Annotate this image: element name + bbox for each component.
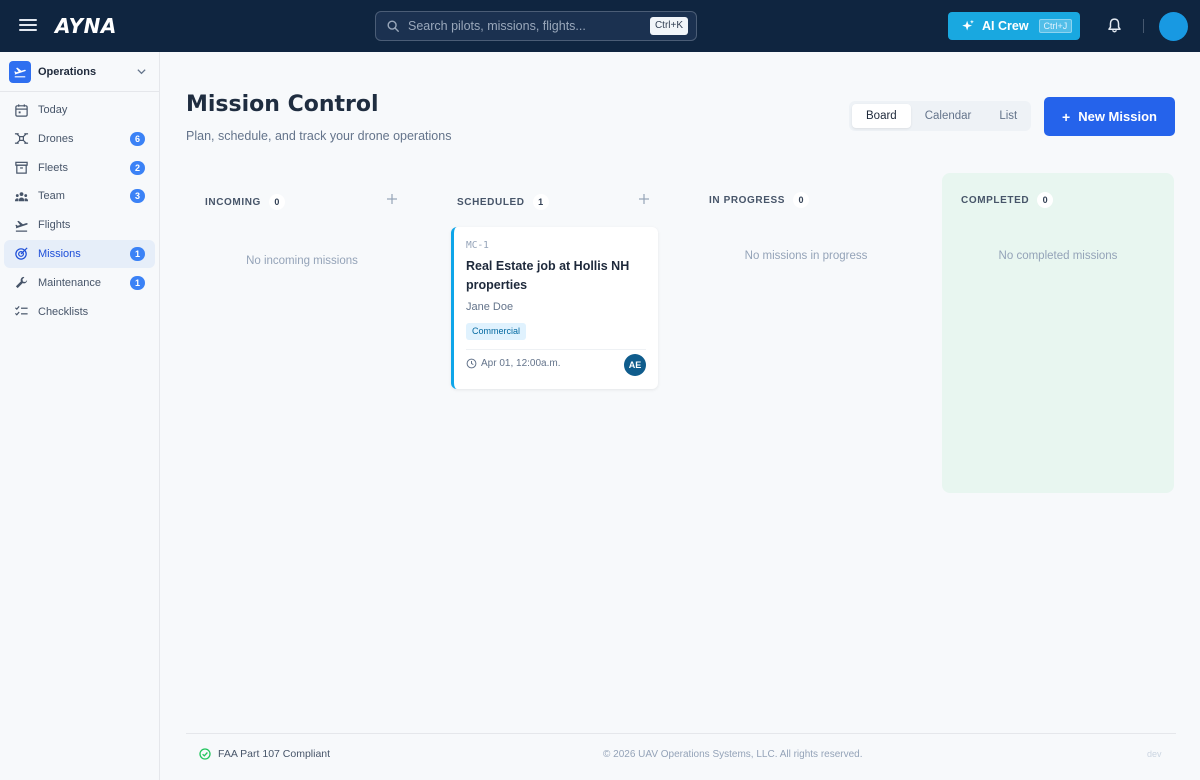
mission-datetime-text: Apr 01, 12:00a.m. — [481, 358, 561, 369]
mission-card[interactable]: MC-1 Real Estate job at Hollis NH proper… — [451, 227, 658, 389]
count-badge: 2 — [130, 160, 145, 175]
plane-takeoff-icon — [15, 220, 28, 232]
target-icon — [15, 247, 28, 261]
column-header: INCOMING 0 — [205, 194, 285, 210]
environment-label: dev — [1147, 749, 1162, 759]
view-calendar[interactable]: Calendar — [911, 104, 986, 128]
count-badge: 1 — [130, 275, 145, 290]
sidebar-item-label: Drones — [38, 132, 74, 145]
view-board[interactable]: Board — [852, 104, 911, 128]
user-avatar[interactable] — [1159, 12, 1188, 41]
column-incoming: INCOMING 0 No incoming missions — [186, 173, 418, 493]
chevron-down-icon — [137, 69, 146, 75]
mission-title: Real Estate job at Hollis NH properties — [466, 259, 630, 292]
sidebar-item-label: Flights — [38, 219, 71, 232]
search-box[interactable]: Ctrl+K — [375, 11, 697, 41]
count-badge: 6 — [130, 131, 145, 146]
ai-crew-shortcut-badge: Ctrl+J — [1038, 19, 1073, 33]
drone-icon — [14, 133, 29, 145]
sidebar-item-label: Fleets — [38, 161, 68, 174]
main-content: Mission Control Plan, schedule, and trac… — [160, 52, 1200, 780]
checklist-icon — [14, 306, 28, 316]
column-completed: COMPLETED 0 No completed missions — [942, 173, 1174, 493]
add-icon[interactable] — [385, 192, 399, 206]
column-count: 1 — [532, 194, 549, 210]
sidebar-item-team[interactable]: Team 3 — [4, 182, 155, 210]
clock-icon — [466, 358, 477, 369]
column-count: 0 — [1037, 192, 1054, 208]
mission-code: MC-1 — [466, 240, 489, 251]
sparkle-icon — [962, 19, 974, 31]
sidebar-item-missions[interactable]: Missions 1 — [4, 239, 155, 268]
calendar-icon — [15, 103, 28, 117]
card-divider — [466, 349, 646, 350]
column-name: SCHEDULED — [457, 196, 525, 208]
column-header: IN PROGRESS 0 — [709, 192, 810, 208]
mission-pilot: Jane Doe — [466, 301, 514, 313]
bell-icon[interactable] — [1106, 17, 1123, 34]
add-icon[interactable] — [637, 192, 651, 206]
column-name: IN PROGRESS — [709, 194, 786, 206]
column-header: SCHEDULED 1 — [457, 194, 549, 210]
copyright: © 2026 UAV Operations Systems, LLC. All … — [603, 749, 863, 760]
search-icon — [387, 20, 399, 32]
ai-crew-label: AI Crew — [982, 19, 1029, 33]
sidebar-item-label: Maintenance — [38, 276, 101, 289]
page-subtitle: Plan, schedule, and track your drone ope… — [186, 129, 452, 143]
wrench-icon — [15, 277, 28, 289]
empty-state: No completed missions — [998, 250, 1118, 262]
sidebar-item-flights[interactable]: Flights — [4, 211, 155, 239]
check-circle-icon — [199, 748, 211, 760]
sidebar-item-label: Today — [38, 104, 68, 116]
sidebar: Operations Today Drones 6 Fleets 2 Team … — [0, 52, 160, 780]
sidebar-item-fleets[interactable]: Fleets 2 — [4, 154, 155, 182]
column-in-progress: IN PROGRESS 0 No missions in progress — [690, 173, 922, 493]
sidebar-item-today[interactable]: Today — [4, 96, 155, 124]
topbar-divider — [1143, 19, 1144, 33]
sidebar-item-label: Team — [38, 190, 65, 203]
column-count: 0 — [268, 194, 285, 210]
compliance-text: FAA Part 107 Compliant — [218, 748, 331, 760]
search-shortcut-badge: Ctrl+K — [649, 17, 688, 35]
sidebar-item-label: Checklists — [38, 305, 89, 318]
archive-icon — [15, 161, 28, 174]
org-switcher[interactable]: Operations — [0, 52, 159, 92]
mission-datetime: Apr 01, 12:00a.m. — [466, 358, 561, 369]
column-header: COMPLETED 0 — [961, 192, 1054, 208]
mission-tag: Commercial — [466, 323, 527, 340]
count-badge: 3 — [130, 189, 145, 204]
top-bar: AYNA Ctrl+K AI Crew Ctrl+J — [0, 0, 1200, 52]
sidebar-item-label: Missions — [38, 247, 81, 260]
count-badge: 1 — [130, 246, 145, 261]
view-toggle: Board Calendar List — [849, 101, 1031, 131]
sidebar-item-maintenance[interactable]: Maintenance 1 — [4, 269, 155, 297]
ai-crew-button[interactable]: AI Crew Ctrl+J — [948, 12, 1080, 40]
column-name: COMPLETED — [961, 194, 1030, 206]
empty-state: No missions in progress — [744, 250, 868, 262]
logo-text: AYNA — [55, 14, 117, 38]
new-mission-button[interactable]: + New Mission — [1044, 97, 1175, 136]
plus-icon: + — [1062, 108, 1071, 125]
sidebar-nav: Today Drones 6 Fleets 2 Team 3 Flights M… — [4, 96, 155, 326]
view-list[interactable]: List — [985, 104, 1031, 128]
hamburger-menu-icon[interactable] — [18, 16, 38, 36]
sidebar-item-drones[interactable]: Drones 6 — [4, 125, 155, 153]
assignee-avatar[interactable]: AE — [624, 354, 646, 376]
compliance-badge: FAA Part 107 Compliant — [199, 748, 330, 760]
column-name: INCOMING — [205, 196, 261, 208]
logo[interactable]: AYNA — [55, 11, 117, 41]
empty-state: No incoming missions — [246, 255, 358, 267]
footer-divider — [186, 733, 1176, 734]
new-mission-label: New Mission — [1078, 109, 1157, 124]
page-title: Mission Control — [186, 92, 379, 117]
column-count: 0 — [793, 192, 810, 208]
team-icon — [14, 192, 29, 202]
sidebar-item-checklists[interactable]: Checklists — [4, 298, 155, 326]
plane-icon — [9, 60, 31, 83]
org-name: Operations — [38, 65, 97, 78]
search-input[interactable] — [408, 19, 638, 33]
